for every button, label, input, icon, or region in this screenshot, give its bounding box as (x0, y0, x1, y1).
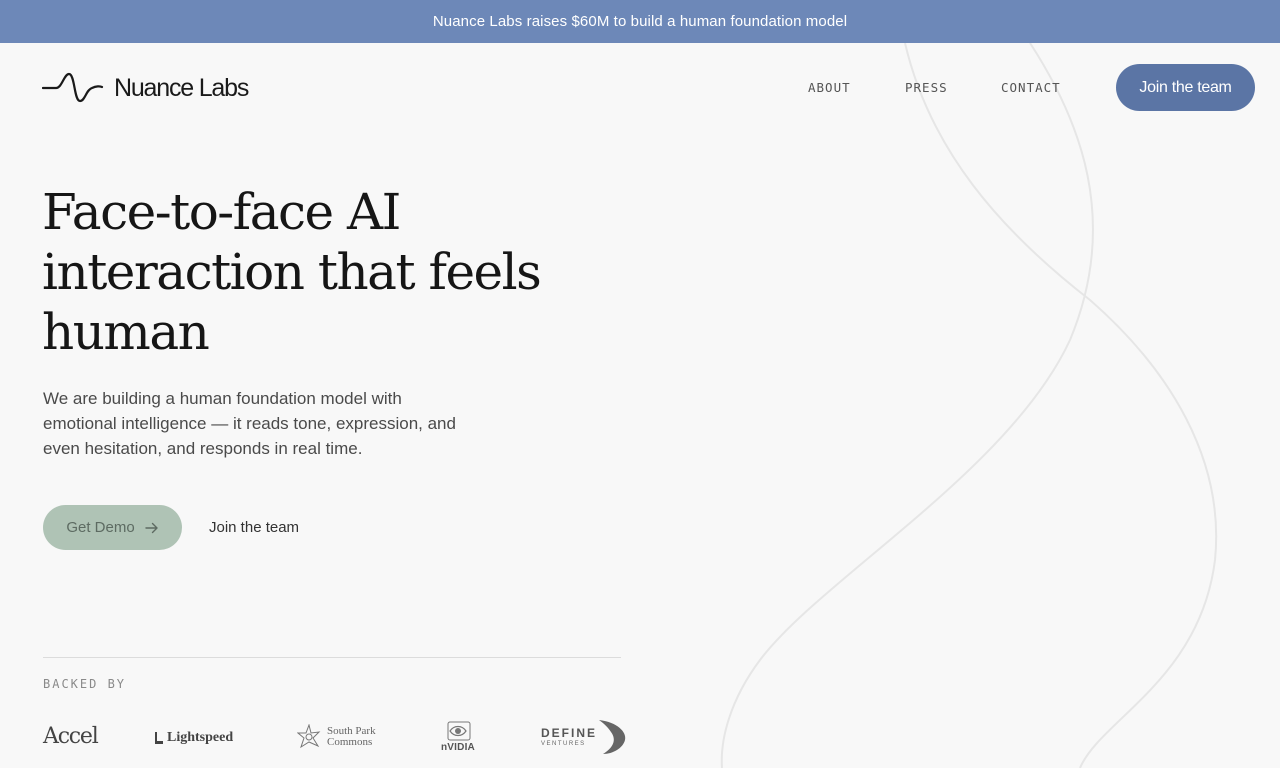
spc-line2: Commons (327, 736, 373, 748)
nav-press[interactable]: PRESS (905, 80, 948, 95)
accel-wordmark: Accel (43, 724, 99, 749)
get-demo-button[interactable]: Get Demo (43, 505, 182, 550)
investor-logo-nvidia: nVIDIA (441, 721, 475, 753)
backed-by-label: BACKED BY (43, 677, 127, 691)
nav-about[interactable]: ABOUT (808, 80, 851, 95)
announcement-banner[interactable]: Nuance Labs raises $60M to build a human… (0, 0, 1280, 43)
nvidia-eye-icon (447, 721, 471, 741)
investor-logo-south-park-commons: South Park Commons (297, 724, 376, 750)
hero-subtext: We are building a human foundation model… (43, 389, 456, 458)
investor-logo-define-ventures: DEFINE VENTURES (541, 718, 627, 756)
nav-contact[interactable]: CONTACT (1001, 80, 1061, 95)
lightspeed-wordmark: Lightspeed (167, 730, 234, 745)
logo[interactable]: Nuance Labs (42, 70, 249, 106)
investor-logo-lightspeed: Lightspeed (154, 730, 233, 746)
announcement-text: Nuance Labs raises $60M to build a human… (432, 13, 848, 30)
join-the-team-button[interactable]: Join the team (1116, 64, 1255, 111)
lightspeed-mark-icon (155, 732, 163, 744)
get-demo-label: Get Demo (66, 519, 135, 536)
south-park-commons-star-icon (297, 724, 321, 749)
define-wordmark: DEFINE (541, 726, 598, 740)
logo-wave-icon (42, 72, 104, 103)
logo-wordmark: Nuance Labs (114, 73, 249, 102)
join-the-team-link[interactable]: Join the team (209, 519, 299, 536)
hero-headline: Face-to-face AI interaction that feels h… (42, 183, 542, 361)
arrow-right-icon (144, 522, 158, 533)
ventures-wordmark: VENTURES (541, 741, 586, 747)
nvidia-wordmark: nVIDIA (441, 742, 475, 753)
section-divider (43, 657, 621, 658)
define-swoosh-icon (599, 720, 626, 754)
investor-logo-accel: Accel (43, 724, 99, 749)
